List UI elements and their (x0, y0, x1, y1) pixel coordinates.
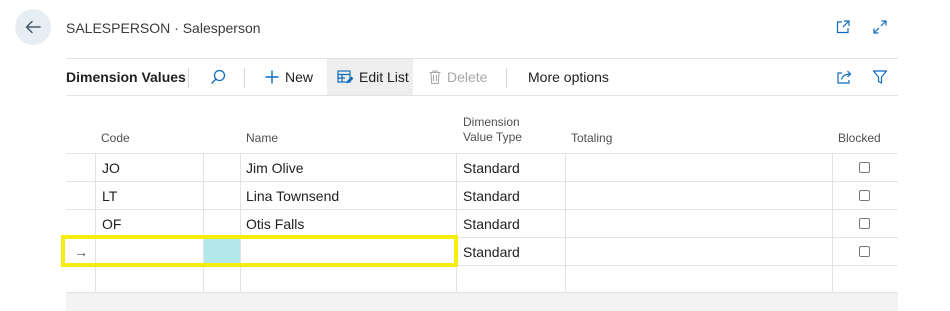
new-button-label: New (285, 69, 314, 85)
edit-list-button[interactable]: Edit List (327, 59, 413, 95)
column-header-dim-type-line1: Dimension (463, 115, 520, 129)
back-button[interactable] (15, 9, 51, 45)
open-in-new-window-icon (836, 20, 850, 34)
dimension-value-type-cell[interactable]: Standard (463, 210, 520, 237)
expand-icon (873, 20, 887, 34)
code-cell[interactable]: OF (102, 210, 121, 237)
plus-icon (265, 70, 279, 84)
search-button[interactable] (206, 59, 230, 95)
filter-button[interactable] (870, 59, 890, 95)
column-header-dimension-value-type[interactable]: Dimension Value Type (463, 115, 522, 145)
code-cell[interactable]: LT (102, 182, 117, 209)
dimension-values-grid: JO Jim Olive Standard LT Lina Townsend S… (66, 153, 898, 293)
new-button[interactable]: New (264, 59, 313, 95)
open-in-new-window-button[interactable] (834, 18, 852, 36)
page-caption: SALESPERSON · Salesperson (66, 20, 261, 36)
table-row-current[interactable]: → Standard (66, 237, 898, 265)
grid-footer (66, 293, 898, 311)
dimension-value-type-cell[interactable]: Standard (463, 182, 520, 209)
trash-icon (429, 70, 441, 85)
filter-icon (872, 70, 888, 84)
separator (188, 68, 189, 88)
dimension-value-type-cell[interactable]: Standard (463, 238, 520, 265)
code-cell[interactable]: JO (102, 154, 120, 181)
current-row-arrow-icon: → (74, 243, 88, 260)
column-header-blocked[interactable]: Blocked (838, 131, 881, 146)
delete-label: Delete (447, 69, 488, 85)
table-row[interactable]: OF Otis Falls Standard (66, 209, 898, 237)
table-row[interactable]: JO Jim Olive Standard (66, 153, 898, 181)
column-header-name[interactable]: Name (246, 131, 278, 146)
column-header-dim-type-line2: Value Type (463, 130, 522, 144)
name-cell[interactable]: Lina Townsend (246, 182, 339, 209)
edit-list-icon (337, 70, 353, 84)
dimension-values-title: Dimension Values (66, 69, 186, 85)
back-arrow-icon (25, 20, 41, 34)
more-options-button[interactable]: More options (528, 59, 609, 95)
table-row[interactable]: LT Lina Townsend Standard (66, 181, 898, 209)
delete-button[interactable]: Delete (428, 59, 487, 95)
expand-button[interactable] (871, 18, 889, 36)
dimension-value-type-cell[interactable]: Standard (463, 154, 520, 181)
share-icon (836, 70, 851, 84)
blocked-checkbox[interactable] (859, 218, 870, 229)
name-cell[interactable]: Otis Falls (246, 210, 304, 237)
name-cell[interactable]: Jim Olive (246, 154, 304, 181)
column-header-code[interactable]: Code (101, 131, 130, 146)
separator (244, 68, 245, 88)
edit-list-label: Edit List (359, 69, 409, 85)
selected-cell[interactable] (204, 238, 240, 265)
column-header-totaling[interactable]: Totaling (571, 131, 612, 146)
action-bar: Dimension Values New Edit List Delete Mo… (66, 58, 898, 96)
blocked-checkbox[interactable] (859, 190, 870, 201)
blocked-checkbox[interactable] (859, 162, 870, 173)
blocked-checkbox[interactable] (859, 246, 870, 257)
share-button[interactable] (834, 59, 854, 95)
separator (506, 68, 507, 88)
search-icon (211, 69, 226, 84)
more-options-label: More options (528, 69, 609, 85)
table-row-empty[interactable] (66, 265, 898, 293)
